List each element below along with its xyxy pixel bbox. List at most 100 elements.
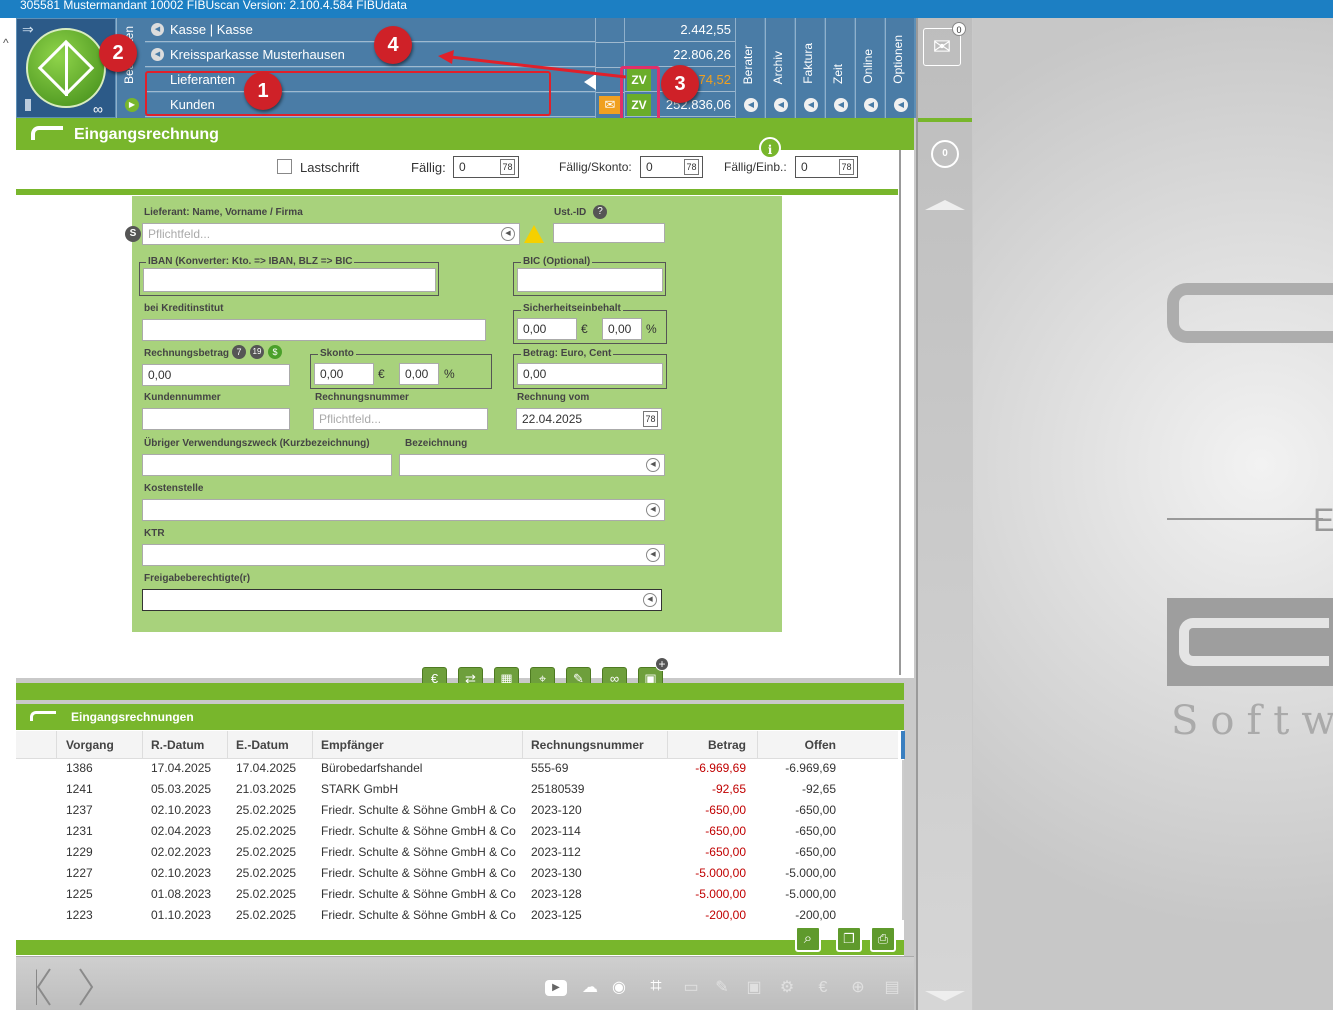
- account-kasse[interactable]: ◀ Kasse | Kasse: [145, 18, 595, 42]
- collapse-icon[interactable]: ^: [3, 36, 9, 50]
- col-rechnungsnummer[interactable]: Rechnungsnummer: [531, 738, 644, 752]
- link-doc-icon[interactable]: ⊕: [849, 979, 867, 997]
- nav-back-icon[interactable]: [34, 967, 54, 1007]
- bic-label: BIC (Optional): [521, 256, 593, 267]
- rechnungsbetrag-input[interactable]: 0,00: [148, 368, 171, 382]
- euro-doc-icon[interactable]: €: [814, 979, 832, 997]
- col-vorgang[interactable]: Vorgang: [66, 738, 114, 752]
- table-row[interactable]: 1223 01.10.2023 25.02.2025 Friedr. Schulte …: [16, 905, 898, 926]
- mail-icon[interactable]: ✉: [599, 96, 621, 114]
- dropdown-icon[interactable]: ◀: [646, 548, 660, 562]
- col-betrag[interactable]: Betrag: [668, 738, 746, 752]
- expand-icon: ◀: [894, 98, 908, 112]
- nav-forward-icon[interactable]: [76, 967, 96, 1007]
- lastschrift-checkbox[interactable]: [277, 159, 292, 174]
- video-icon[interactable]: ▶: [545, 980, 567, 996]
- table-row[interactable]: 1229 02.02.2023 25.02.2025 Friedr. Schulte …: [16, 842, 898, 863]
- search-s-icon[interactable]: S: [125, 226, 141, 242]
- info-icon[interactable]: i: [759, 137, 781, 159]
- archive-doc-icon[interactable]: ▤: [883, 979, 901, 997]
- verwendung-input[interactable]: [142, 454, 392, 476]
- sicherheit-eur-input[interactable]: 0,00: [523, 322, 546, 336]
- table-row[interactable]: 1386 17.04.2025 17.04.2025 Bürobedarfshande…: [16, 758, 898, 779]
- rechnung-vom-input[interactable]: 22.04.2025: [522, 412, 582, 426]
- list-scrollbar[interactable]: [901, 731, 905, 759]
- edit-doc-icon[interactable]: ✎: [713, 979, 731, 997]
- logo-block: [1167, 598, 1333, 686]
- tax-7-icon[interactable]: 7: [232, 345, 246, 359]
- rechnungsnummer-input[interactable]: Pflichtfeld...: [319, 412, 381, 426]
- table-row[interactable]: 1231 02.04.2023 25.02.2025 Friedr. Schulte …: [16, 821, 898, 842]
- col-empfaenger[interactable]: Empfänger: [321, 738, 384, 752]
- faellig-skonto-label: Fällig/Skonto:: [559, 160, 632, 174]
- dropdown-icon[interactable]: ◀: [501, 227, 515, 241]
- cell-vorgang: 1386: [66, 761, 93, 775]
- save-doc-icon[interactable]: ▣: [745, 979, 763, 997]
- betrag-input[interactable]: 0,00: [523, 367, 546, 381]
- settings-doc-icon[interactable]: ⚙: [778, 979, 796, 997]
- col-offen[interactable]: Offen: [758, 738, 836, 752]
- form-scrollbar[interactable]: [899, 150, 901, 675]
- dropdown-icon[interactable]: ◀: [643, 593, 657, 607]
- scan-icon[interactable]: ⌗: [647, 976, 665, 996]
- faellig-input[interactable]: 0: [459, 160, 466, 174]
- ktr-label: KTR: [144, 528, 165, 539]
- skonto-eur-input[interactable]: 0,00: [320, 367, 343, 381]
- calendar-icon[interactable]: 78: [643, 411, 658, 427]
- table-row[interactable]: 1227 02.10.2023 25.02.2025 Friedr. Schulte …: [16, 863, 898, 884]
- search-icon[interactable]: ⌕: [795, 926, 821, 952]
- tab-online[interactable]: Online ◀: [855, 18, 884, 118]
- lieferant-input[interactable]: Pflichtfeld...: [148, 227, 210, 241]
- copy-icon[interactable]: ❐: [836, 926, 862, 952]
- list-column-header: Vorgang R.-Datum E.-Datum Empfänger Rech…: [16, 731, 898, 759]
- tab-faktura[interactable]: Faktura ◀: [795, 18, 824, 118]
- cell-offen: -650,00: [795, 845, 836, 859]
- tab-archiv[interactable]: Archiv ◀: [765, 18, 794, 118]
- upload-cloud-icon[interactable]: ☁: [581, 979, 599, 997]
- calendar-icon[interactable]: 78: [500, 159, 515, 175]
- cell-rechnungsnummer: 25180539: [531, 782, 585, 796]
- ktr-input[interactable]: ◀: [142, 544, 665, 566]
- table-row[interactable]: 1237 02.10.2023 25.02.2025 Friedr. Schulte …: [16, 800, 898, 821]
- tax-19-icon[interactable]: 19: [250, 345, 264, 359]
- cell-edatum: 25.02.2025: [236, 866, 297, 880]
- cell-empfaenger: STARK GmbH: [321, 782, 399, 796]
- document-icon[interactable]: ▭: [682, 979, 700, 997]
- calendar-icon[interactable]: 78: [839, 159, 854, 175]
- iban-input[interactable]: [143, 268, 436, 292]
- help-icon[interactable]: ?: [593, 205, 607, 219]
- menu-arrow-icon[interactable]: ⇒: [22, 21, 34, 38]
- counter-badge[interactable]: 0: [931, 140, 959, 168]
- scroll-up-icon[interactable]: [925, 200, 965, 210]
- kundennummer-input[interactable]: [142, 408, 290, 430]
- faellig-skonto-input[interactable]: 0: [646, 160, 653, 174]
- print-icon[interactable]: ⎙: [870, 926, 896, 952]
- kostenstelle-input[interactable]: ◀: [142, 499, 665, 521]
- faellig-einb-input[interactable]: 0: [801, 160, 808, 174]
- bezeichnung-input[interactable]: ◀: [399, 454, 665, 476]
- faellig-label: Fällig:: [411, 160, 446, 175]
- scroll-down-icon[interactable]: [925, 991, 965, 1001]
- col-rdatum[interactable]: R.-Datum: [151, 738, 204, 752]
- freigabe-input[interactable]: ◀: [142, 589, 662, 611]
- table-row[interactable]: 1225 01.08.2023 25.02.2025 Friedr. Schulte …: [16, 884, 898, 905]
- tab-zeit[interactable]: Zeit ◀: [825, 18, 854, 118]
- start-button[interactable]: [26, 28, 106, 108]
- kreditinstitut-input[interactable]: [142, 319, 486, 341]
- skonto-pct-input[interactable]: 0,00: [405, 367, 428, 381]
- sicherheit-pct-input[interactable]: 0,00: [608, 322, 631, 336]
- eye-icon[interactable]: ◉: [610, 979, 628, 997]
- table-row[interactable]: 1241 05.03.2025 21.03.2025 STARK GmbH 251805…: [16, 779, 898, 800]
- tab-berater[interactable]: Berater ◀: [735, 18, 764, 118]
- tab-optionen[interactable]: Optionen ◀: [885, 18, 914, 118]
- expand-icon[interactable]: ◀: [151, 23, 164, 36]
- add-icon[interactable]: +: [655, 657, 669, 671]
- dropdown-icon[interactable]: ◀: [646, 503, 660, 517]
- expand-icon[interactable]: ◀: [151, 48, 164, 61]
- ustid-input[interactable]: [553, 223, 665, 243]
- calendar-icon[interactable]: 78: [684, 159, 699, 175]
- dollar-icon[interactable]: $: [268, 345, 282, 359]
- bic-input[interactable]: [517, 268, 663, 292]
- col-edatum[interactable]: E.-Datum: [236, 738, 289, 752]
- dropdown-icon[interactable]: ◀: [646, 458, 660, 472]
